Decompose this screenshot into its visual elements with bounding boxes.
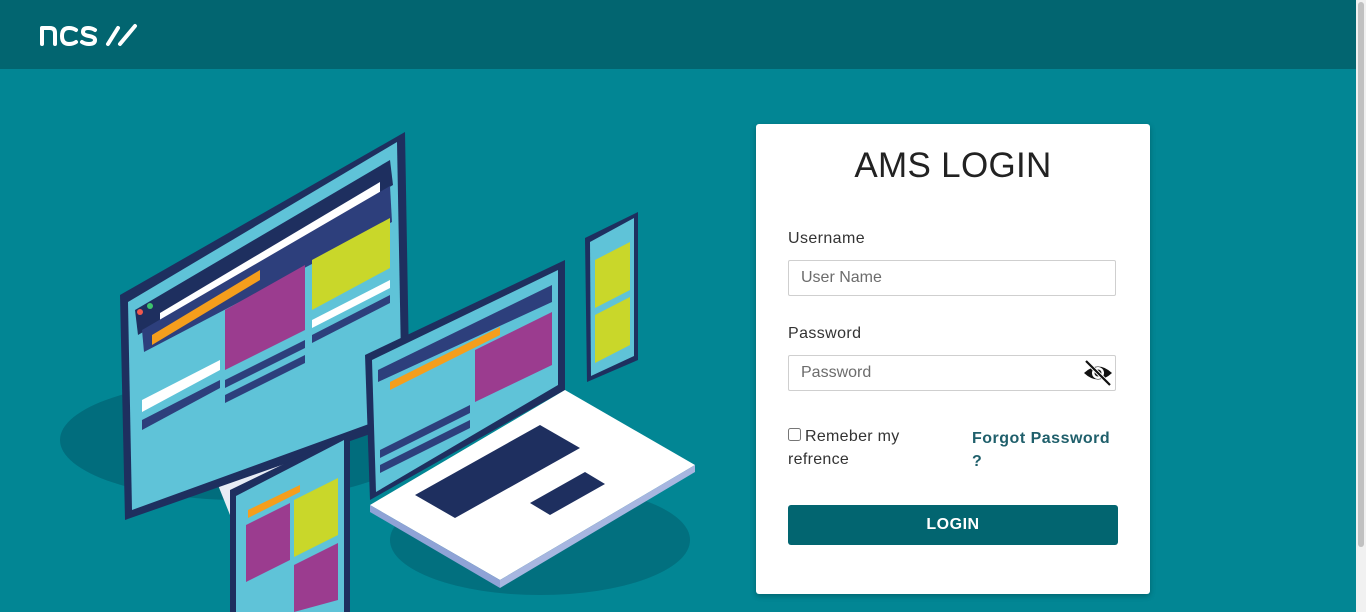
devices-illustration — [60, 132, 695, 612]
username-label: Username — [788, 230, 866, 247]
username-input[interactable] — [788, 260, 1116, 296]
ncs-logo-icon[interactable] — [38, 18, 142, 50]
login-button[interactable]: LOGIN — [788, 505, 1118, 545]
password-input[interactable] — [788, 355, 1116, 391]
scrollbar-thumb[interactable] — [1358, 2, 1364, 547]
remember-me: Remeber my refrence — [788, 425, 948, 471]
login-title: AMS LOGIN — [854, 146, 1052, 185]
page-scrollbar[interactable] — [1356, 0, 1366, 612]
remember-label[interactable]: Remeber my refrence — [788, 428, 900, 468]
forgot-password-link[interactable]: Forgot Password ? — [972, 427, 1122, 473]
top-header-bar — [0, 0, 1356, 69]
password-label: Password — [788, 325, 862, 342]
eye-slash-icon[interactable] — [1082, 358, 1114, 388]
remember-checkbox[interactable] — [788, 428, 801, 441]
